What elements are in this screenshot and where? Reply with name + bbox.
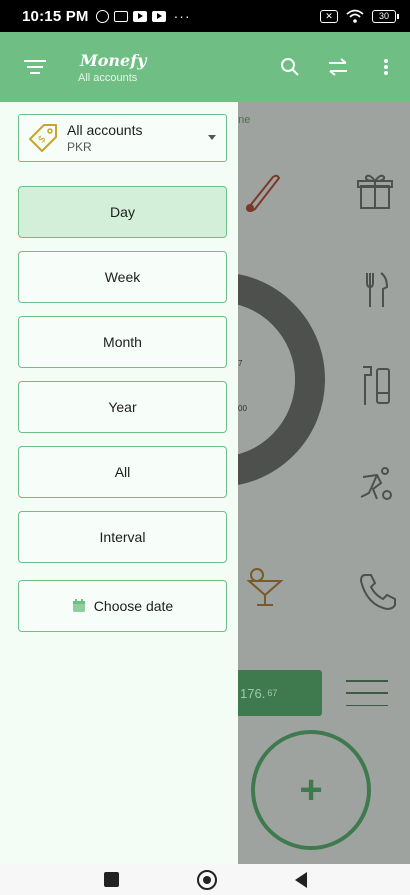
brand: Monefy All accounts: [70, 51, 146, 84]
phone-icon: [359, 574, 396, 611]
add-income-button[interactable]: +: [251, 730, 371, 850]
list-line: [346, 692, 388, 694]
balance-amount: 176.: [240, 685, 266, 701]
account-currency: PKR: [67, 140, 92, 154]
calendar-notification-icon: [113, 10, 128, 22]
cocktail-icon: [246, 568, 284, 606]
gift-icon: [357, 174, 393, 209]
category-health[interactable]: [238, 168, 288, 218]
thermometer-icon: [245, 174, 281, 212]
period-day-button[interactable]: Day: [18, 186, 227, 238]
plus-icon: +: [299, 767, 323, 812]
donut-income-value: 7: [238, 359, 243, 368]
svg-text:$: $: [36, 133, 48, 145]
search-button[interactable]: [266, 43, 314, 91]
category-eating-out[interactable]: [350, 264, 400, 314]
balance-decimals: 67: [267, 688, 278, 698]
status-time: 10:15 PM: [22, 7, 89, 25]
balance-button[interactable]: 176. 67: [230, 670, 322, 716]
transfer-button[interactable]: [314, 43, 362, 91]
account-name: All accounts: [67, 122, 143, 138]
transfer-icon: [329, 58, 347, 76]
fork-knife-icon: [366, 272, 389, 307]
status-notification-icons: [95, 9, 166, 23]
category-gifts[interactable]: [350, 166, 400, 216]
category-sports[interactable]: [350, 458, 400, 508]
donut-expense-value: 00: [238, 404, 247, 413]
menu-button[interactable]: [0, 32, 70, 102]
overflow-menu-button[interactable]: [362, 43, 410, 91]
account-selector[interactable]: $ All accounts PKR: [18, 114, 227, 162]
choose-date-button[interactable]: Choose date: [18, 580, 227, 632]
dropdown-caret-icon: [208, 135, 216, 140]
account-tag-icon: $: [19, 115, 67, 161]
choose-date-label: Choose date: [93, 598, 174, 614]
status-bar: 10:15 PM ··· ✕ 30: [0, 0, 410, 32]
app-logo: Monefy: [80, 50, 147, 70]
sports-icon: [360, 467, 392, 500]
youtube-icon-2: [151, 10, 166, 22]
period-interval-button[interactable]: Interval: [18, 511, 227, 563]
more-vert-icon: [384, 59, 388, 75]
home-button[interactable]: [196, 869, 217, 890]
app-header: Monefy All accounts: [0, 32, 410, 102]
list-line: [346, 704, 388, 706]
category-communications[interactable]: [352, 566, 402, 616]
account-subtitle: All accounts: [78, 71, 138, 84]
youtube-icon: [132, 10, 147, 22]
recents-button[interactable]: [103, 872, 119, 887]
list-line: [346, 680, 388, 682]
category-toiletry[interactable]: [350, 360, 400, 410]
toothbrush-icon: [363, 366, 390, 405]
period-month-button[interactable]: Month: [18, 316, 227, 368]
categories-list-button[interactable]: [346, 680, 388, 706]
back-button[interactable]: [294, 871, 307, 888]
alarm-icon: [95, 9, 109, 23]
sim-off-icon: ✕: [320, 9, 338, 23]
wifi-icon: [346, 9, 364, 23]
system-navigation-bar: [0, 864, 410, 895]
period-all-button[interactable]: All: [18, 446, 227, 498]
menu-icon: [24, 60, 46, 74]
search-icon: [281, 58, 299, 76]
navigation-drawer: $ All accounts PKR Day Week Month Year A…: [0, 102, 238, 864]
period-week-button[interactable]: Week: [18, 251, 227, 303]
period-year-button[interactable]: Year: [18, 381, 227, 433]
more-notifications-icon: ···: [173, 8, 191, 24]
calendar-icon: [72, 599, 85, 612]
category-entertainment[interactable]: [240, 562, 290, 612]
battery-icon: 30: [372, 9, 399, 23]
